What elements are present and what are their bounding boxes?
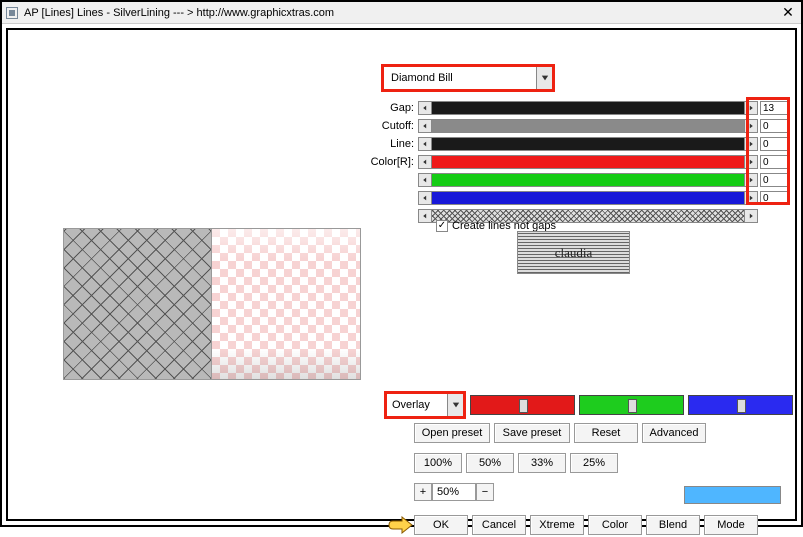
label-gap: Gap: [368, 102, 418, 114]
hatch-dec[interactable] [418, 209, 432, 223]
window-title: AP [Lines] Lines - SilverLining --- > ht… [24, 7, 779, 19]
zoom-100-button[interactable]: 100% [414, 453, 462, 473]
zoom-stepper: + 50% − [414, 483, 494, 501]
mode-button[interactable]: Mode [704, 515, 758, 535]
cutoff-dec[interactable] [418, 119, 432, 133]
color-swatch[interactable] [684, 486, 781, 504]
label-line: Line: [368, 138, 418, 150]
color-b-bar[interactable] [432, 191, 744, 205]
create-lines-checkbox[interactable] [436, 220, 448, 232]
cutoff-bar[interactable] [432, 119, 744, 133]
line-dec[interactable] [418, 137, 432, 151]
line-bar[interactable] [432, 137, 744, 151]
color-r-dec[interactable] [418, 155, 432, 169]
row-color-b: 0 [368, 190, 788, 206]
reset-button[interactable]: Reset [574, 423, 638, 443]
row-line: Line: 0 [368, 136, 788, 152]
chevron-down-icon[interactable] [536, 67, 552, 89]
app-icon [6, 7, 18, 19]
slider-g[interactable] [579, 395, 684, 415]
slider-b[interactable] [688, 395, 793, 415]
preview-pane [63, 228, 361, 380]
zoom-25-button[interactable]: 25% [570, 453, 618, 473]
row-hatch [368, 208, 788, 224]
titlebar: AP [Lines] Lines - SilverLining --- > ht… [2, 2, 801, 24]
window-frame: AP [Lines] Lines - SilverLining --- > ht… [0, 0, 803, 527]
color-b-dec[interactable] [418, 191, 432, 205]
blend-selected: Overlay [391, 399, 430, 411]
preset-selected: Diamond Bill [388, 72, 453, 84]
color-g-dec[interactable] [418, 173, 432, 187]
color-g-bar[interactable] [432, 173, 744, 187]
row-color-g: 0 [368, 172, 788, 188]
zoom-value[interactable]: 50% [432, 483, 476, 501]
zoom-50-button[interactable]: 50% [466, 453, 514, 473]
zoom-minus-button[interactable]: − [476, 483, 494, 501]
xtreme-button[interactable]: Xtreme [530, 515, 584, 535]
gap-bar[interactable] [432, 101, 744, 115]
ok-button[interactable]: OK [414, 515, 468, 535]
gap-dec[interactable] [418, 101, 432, 115]
preview-before [64, 229, 212, 379]
slider-r[interactable] [470, 395, 575, 415]
open-preset-button[interactable]: Open preset [414, 423, 490, 443]
label-color-r: Color[R]: [368, 156, 418, 168]
zoom-33-button[interactable]: 33% [518, 453, 566, 473]
cancel-button[interactable]: Cancel [472, 515, 526, 535]
blend-dropdown[interactable]: Overlay [386, 393, 464, 417]
preview-after [212, 229, 360, 379]
row-cutoff: Cutoff: 0 [368, 118, 788, 134]
advanced-button[interactable]: Advanced [642, 423, 706, 443]
zoom-plus-button[interactable]: + [414, 483, 432, 501]
vendor-logo: claudia [517, 231, 630, 274]
chevron-down-icon[interactable] [447, 394, 463, 416]
pointing-hand-icon [388, 516, 413, 534]
close-button[interactable]: ✕ [779, 4, 797, 21]
row-color-r: Color[R]: 0 [368, 154, 788, 170]
color-r-bar[interactable] [432, 155, 744, 169]
client-area: Diamond Bill Gap: 13 Cutoff: 0 Line: [6, 28, 797, 521]
hatch-inc[interactable] [744, 209, 758, 223]
save-preset-button[interactable]: Save preset [494, 423, 570, 443]
preset-dropdown[interactable]: Diamond Bill [383, 66, 553, 90]
color-button[interactable]: Color [588, 515, 642, 535]
label-cutoff: Cutoff: [368, 120, 418, 132]
values-highlight-box [748, 99, 788, 203]
row-gap: Gap: 13 [368, 100, 788, 116]
blend-button[interactable]: Blend [646, 515, 700, 535]
